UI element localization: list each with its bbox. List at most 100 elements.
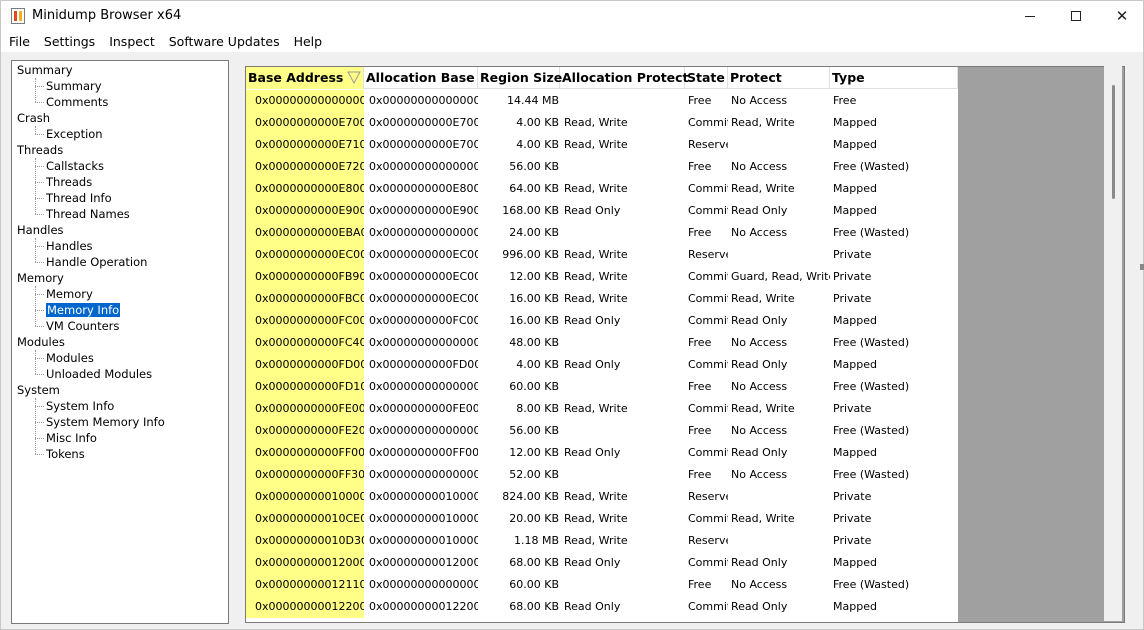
tree-item-unloaded-modules[interactable]: Unloaded Modules	[35, 366, 152, 382]
tree-category-system[interactable]: System	[17, 382, 60, 398]
table-row[interactable]: 0x0000000001200000 0x0000000001200000 68.0…	[246, 552, 958, 574]
tree-item-comments[interactable]: Comments	[35, 94, 108, 110]
cell-allocation-base: 0x0000000000FD0000	[369, 358, 478, 371]
cell-region-size: 824.00 KB	[502, 490, 559, 503]
table-row[interactable]: 0x0000000000E80000 0x0000000000E80000 64.0…	[246, 178, 958, 200]
cell-allocation-protect	[560, 574, 685, 596]
cell-protect: Read, Write	[731, 182, 795, 195]
scrollbar-thumb[interactable]	[1112, 85, 1115, 199]
table-row[interactable]: 0x00000000010CE000 0x0000000001000000 20.0…	[246, 508, 958, 530]
cell-type: Private	[833, 512, 872, 525]
cell-allocation-protect	[560, 332, 685, 354]
menu-inspect[interactable]: Inspect	[101, 31, 161, 52]
tree-item-exception[interactable]: Exception	[35, 126, 103, 142]
cell-protect: Read Only	[731, 204, 788, 217]
cell-region-size: 12.00 KB	[509, 446, 559, 459]
tree-category-memory[interactable]: Memory	[17, 270, 64, 286]
tree-item-memory-info[interactable]: Memory Info	[35, 302, 121, 318]
tree-category-handles[interactable]: Handles	[17, 222, 64, 238]
cell-allocation-protect: Read Only	[564, 446, 621, 459]
table-row[interactable]: 0x0000000000E72000 0x0000000000000000 56.0…	[246, 156, 958, 178]
column-header-base-address[interactable]: Base Address	[246, 67, 364, 89]
column-header-allocation-protect[interactable]: Allocation Protect	[560, 67, 689, 89]
table-row[interactable]: 0x0000000000FC4000 0x0000000000000000 48.0…	[246, 332, 958, 354]
tree-item-callstacks[interactable]: Callstacks	[35, 158, 104, 174]
cell-base-address: 0x0000000000FB9000	[246, 266, 364, 288]
cell-region-size: 4.00 KB	[516, 116, 559, 129]
minimize-button[interactable]	[1007, 1, 1053, 31]
resize-handle[interactable]	[1140, 264, 1144, 270]
table-row[interactable]: 0x0000000000E70000 0x0000000000E70000 4.00…	[246, 112, 958, 134]
menu-settings[interactable]: Settings	[36, 31, 101, 52]
table-row[interactable]: 0x0000000001000000 0x0000000001000000 824.…	[246, 486, 958, 508]
tree-item-threads[interactable]: Threads	[35, 174, 92, 190]
tree-item-modules[interactable]: Modules	[35, 350, 94, 366]
column-header-allocation-base[interactable]: Allocation Base	[364, 67, 478, 89]
cell-state: Commit	[688, 116, 728, 129]
column-header-type[interactable]: Type	[830, 67, 958, 89]
cell-type: Private	[833, 292, 872, 305]
cell-state: Reserve	[688, 248, 728, 261]
table-row[interactable]: 0x0000000000FF0000 0x0000000000FF0000 12.0…	[246, 442, 958, 464]
table-row[interactable]: 0x00000000010D3000 0x0000000001000000 1.18…	[246, 530, 958, 552]
cell-type: Mapped	[833, 446, 877, 459]
tree-category-threads[interactable]: Threads	[17, 142, 63, 158]
menu-file[interactable]: File	[1, 31, 36, 52]
tree-item-handles[interactable]: Handles	[35, 238, 93, 254]
table-row[interactable]: 0x0000000001211000 0x0000000000000000 60.0…	[246, 574, 958, 596]
tree-connector	[35, 326, 44, 327]
table-row[interactable]: 0x0000000001220000 0x0000000001220000 68.0…	[246, 596, 958, 618]
tree-item-thread-info[interactable]: Thread Info	[35, 190, 112, 206]
tree-item-memory[interactable]: Memory	[35, 286, 93, 302]
table-row[interactable]: 0x0000000000EBA000 0x0000000000000000 24.0…	[246, 222, 958, 244]
table-row[interactable]: 0x0000000000FF3000 0x0000000000000000 52.0…	[246, 464, 958, 486]
cell-state: Free	[688, 578, 712, 591]
column-header-protect[interactable]: Protect	[728, 67, 830, 89]
tree-item-thread-names[interactable]: Thread Names	[35, 206, 130, 222]
tree-connector	[35, 262, 44, 263]
tree-item-tokens[interactable]: Tokens	[35, 446, 85, 462]
table-row[interactable]: 0x0000000000FBC000 0x0000000000EC0000 16.0…	[246, 288, 958, 310]
table-row[interactable]: 0x0000000000FD0000 0x0000000000FD0000 4.00…	[246, 354, 958, 376]
cell-base-address: 0x00000000010CE000	[246, 508, 364, 530]
tree-category-modules[interactable]: Modules	[17, 334, 65, 350]
table-row[interactable]: 0x0000000000000000 0x0000000000000000 14.4…	[246, 90, 958, 112]
menu-software-updates[interactable]: Software Updates	[161, 31, 286, 52]
close-button[interactable]: ✕	[1099, 1, 1144, 31]
cell-allocation-base: 0x0000000000EC0000	[369, 248, 478, 261]
column-header-label: Allocation Protect	[562, 70, 689, 85]
cell-type: Private	[833, 490, 872, 503]
tree-item-summary[interactable]: Summary	[35, 78, 102, 94]
cell-base-address: 0x0000000001211000	[246, 574, 364, 596]
cell-state: Free	[688, 160, 712, 173]
table-row[interactable]: 0x0000000000FB9000 0x0000000000EC0000 12.0…	[246, 266, 958, 288]
table-row[interactable]: 0x0000000000FD1000 0x0000000000000000 60.0…	[246, 376, 958, 398]
tree-item-vm-counters[interactable]: VM Counters	[35, 318, 119, 334]
tree-item-system-memory-info[interactable]: System Memory Info	[35, 414, 165, 430]
tree-category-crash[interactable]: Crash	[17, 110, 50, 126]
cell-allocation-protect	[560, 420, 685, 442]
table-row[interactable]: 0x0000000000FC0000 0x0000000000FC0000 16.0…	[246, 310, 958, 332]
navigation-tree[interactable]: Summary Summary Comments Crash Exception Thre…	[11, 60, 229, 624]
tree-category-summary[interactable]: Summary	[17, 62, 73, 78]
column-header-state[interactable]: State	[685, 67, 728, 89]
table-row[interactable]: 0x0000000000E90000 0x0000000000E90000 168.…	[246, 200, 958, 222]
cell-allocation-base: 0x0000000001000000	[369, 490, 478, 503]
menu-help[interactable]: Help	[286, 31, 329, 52]
table-row[interactable]: 0x0000000000EC0000 0x0000000000EC0000 996.…	[246, 244, 958, 266]
cell-base-address: 0x0000000001200000	[246, 552, 364, 574]
tree-item-system-info[interactable]: System Info	[35, 398, 114, 414]
tree-connector	[35, 454, 44, 455]
tree-item-label: Thread Names	[46, 207, 130, 221]
tree-item-label: Threads	[46, 175, 93, 189]
cell-protect: Guard, Read, Write	[731, 270, 830, 283]
tree-item-misc-info[interactable]: Misc Info	[35, 430, 97, 446]
tree-item-handle-operation[interactable]: Handle Operation	[35, 254, 147, 270]
maximize-button[interactable]	[1053, 1, 1099, 31]
cell-allocation-base: 0x0000000001000000	[369, 534, 478, 547]
column-header-region-size[interactable]: Region Size	[478, 67, 562, 89]
table-row[interactable]: 0x0000000000FE2000 0x0000000000000000 56.0…	[246, 420, 958, 442]
table-row[interactable]: 0x0000000000E71000 0x0000000000E70000 4.00…	[246, 134, 958, 156]
table-row[interactable]: 0x0000000000FE0000 0x0000000000FE0000 8.00…	[246, 398, 958, 420]
cell-protect: Read Only	[731, 358, 788, 371]
